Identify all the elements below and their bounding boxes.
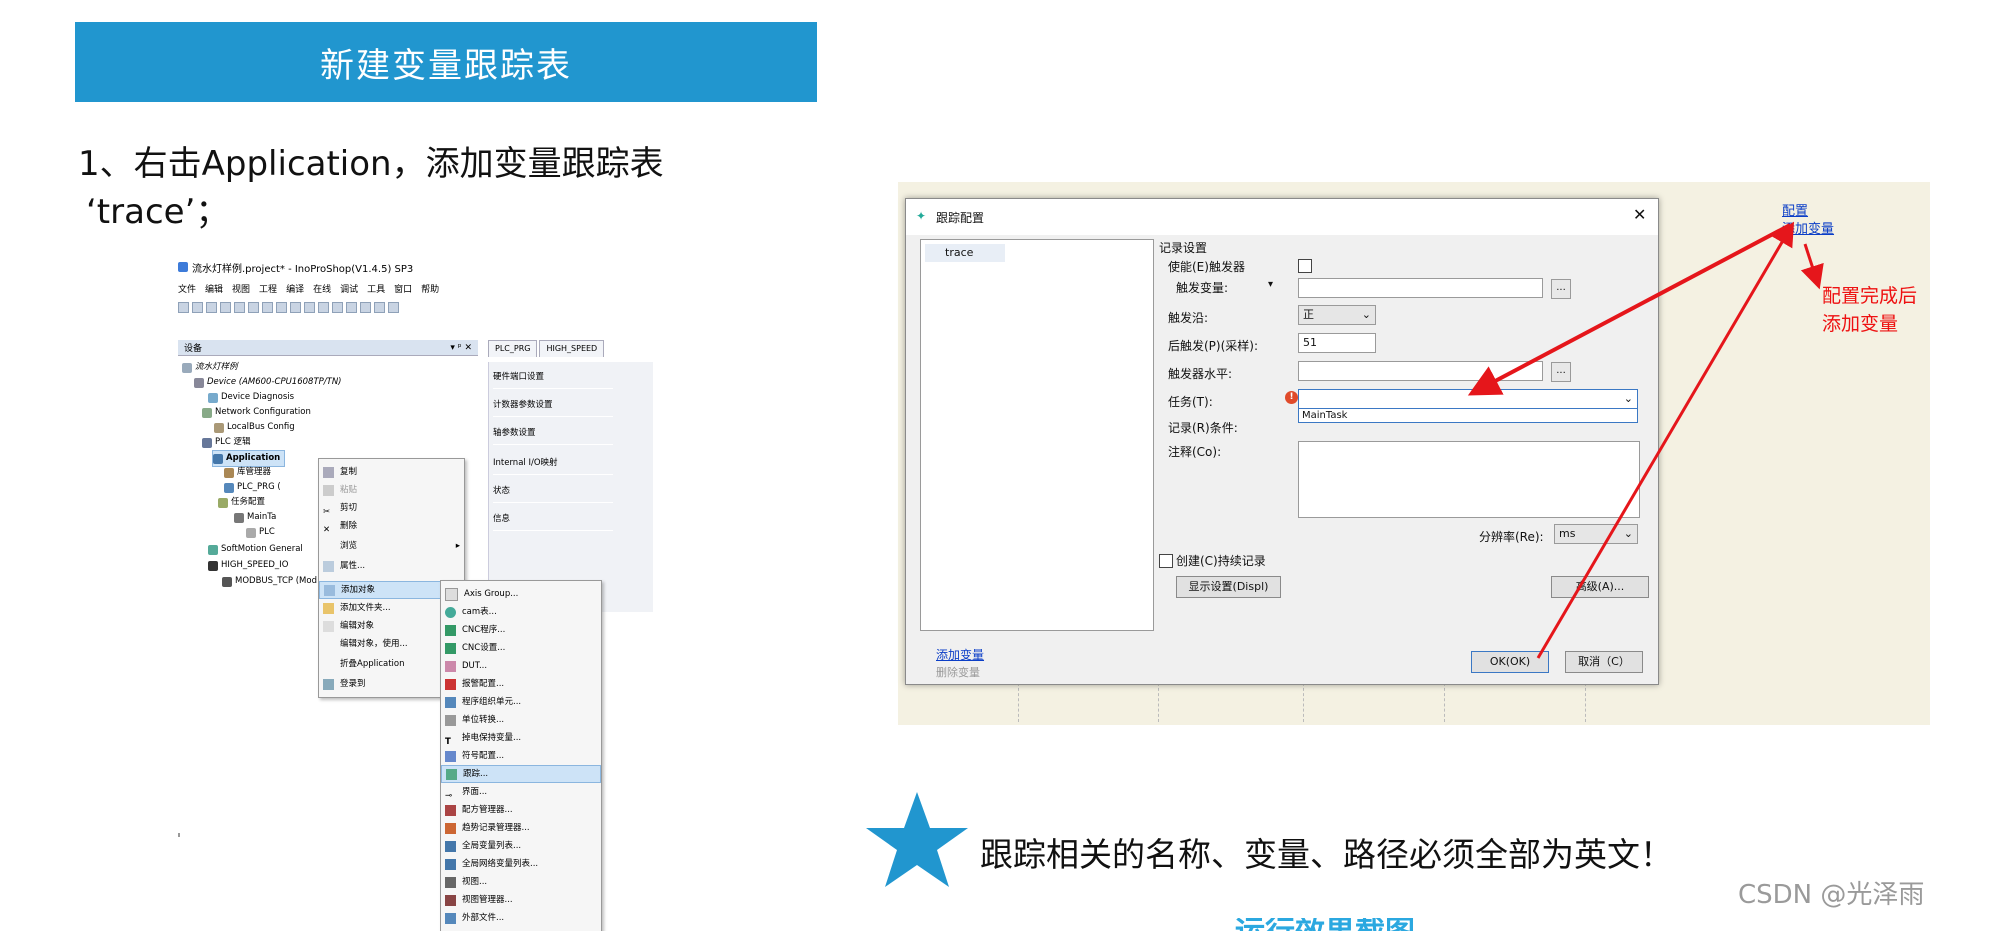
arrow-from-ok [1536, 221, 1795, 659]
star-icon [866, 792, 968, 887]
annotation-arrows [1467, 221, 1824, 659]
cut-off-heading: 运行效果截图 [1235, 918, 1415, 931]
arrow-to-note [1800, 243, 1824, 290]
watermark: CSDN @光泽雨 [1738, 880, 1925, 910]
english-names-note: 跟踪相关的名称、变量、路径必须全部为英文！ [980, 835, 1673, 874]
